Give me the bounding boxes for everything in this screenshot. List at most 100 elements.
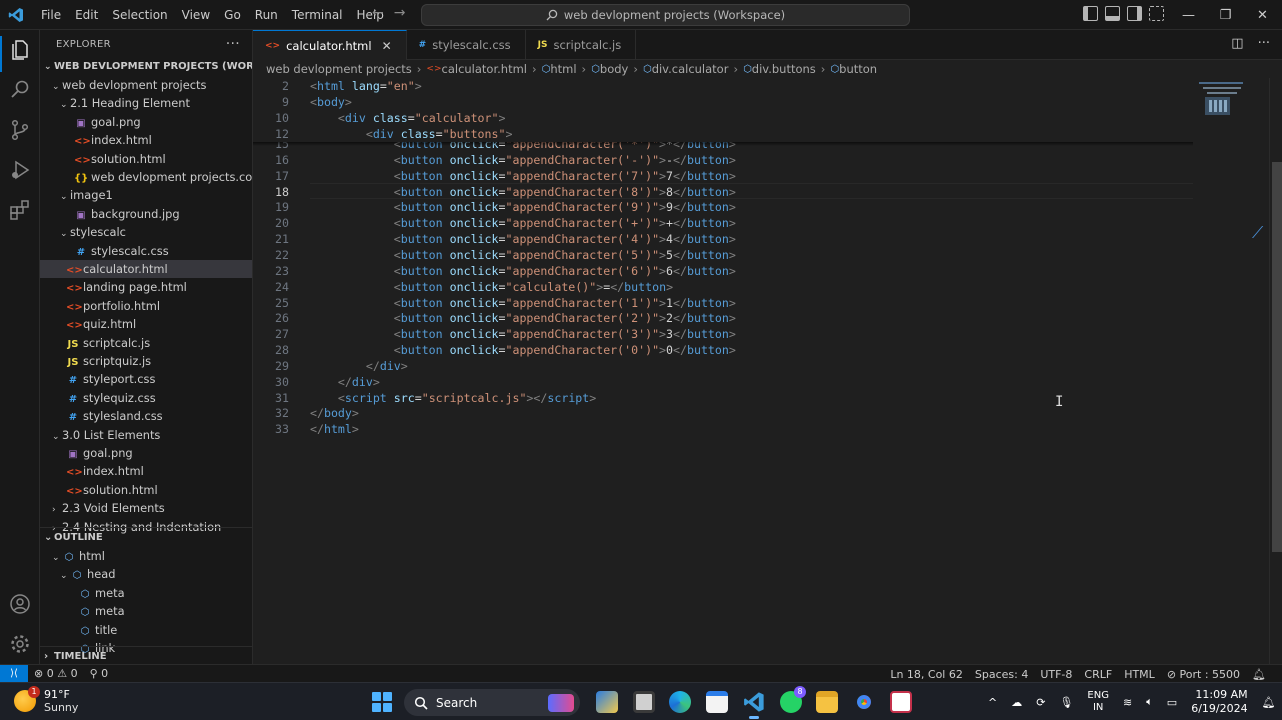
widgets-app-icon[interactable] [596, 691, 618, 713]
snipping-tool-icon[interactable] [890, 691, 912, 713]
tree-folder-item[interactable]: ⌄ 2.1 Heading Element [40, 94, 252, 112]
code-line[interactable]: 22 <button onclick="appendCharacter('5')… [253, 247, 1193, 263]
breadcrumb-item[interactable]: html [550, 62, 576, 76]
code-line[interactable]: 23 <button onclick="appendCharacter('6')… [253, 263, 1193, 279]
run-debug-icon[interactable] [8, 158, 32, 182]
close-window-button[interactable]: ✕ [1244, 0, 1281, 30]
start-button[interactable] [372, 692, 392, 712]
tree-file-item[interactable]: <>index.html [40, 131, 252, 149]
encoding[interactable]: UTF-8 [1034, 668, 1078, 681]
tree-file-item[interactable]: <>quiz.html [40, 315, 252, 333]
code-editor[interactable]: 15 <button onclick="appendCharacter('*')… [253, 78, 1269, 664]
end-of-line[interactable]: CRLF [1078, 668, 1118, 681]
tree-folder-item[interactable]: › 2.3 Void Elements [40, 499, 252, 517]
code-line[interactable]: 9 <body> [253, 94, 1193, 110]
settings-gear-icon[interactable] [8, 632, 32, 656]
tree-file-item[interactable]: {}web devlopment projects.code-w... [40, 168, 252, 186]
code-line[interactable]: 30 </div> [253, 374, 1193, 390]
code-line[interactable]: 32 </body> [253, 405, 1193, 421]
store-app-icon[interactable] [706, 691, 728, 713]
workspace-root[interactable]: ⌄WEB DEVLOPMENT PROJECTS (WORKSPACE) [40, 58, 252, 76]
menu-go[interactable]: Go [217, 0, 248, 30]
search-icon[interactable] [8, 78, 32, 102]
code-line[interactable]: 25 <button onclick="appendCharacter('1')… [253, 295, 1193, 311]
edge-browser-icon[interactable] [669, 691, 691, 713]
notifications-icon[interactable]: 🔔︎ [1262, 696, 1276, 709]
close-tab-icon[interactable]: ✕ [382, 39, 392, 53]
command-center-search[interactable]: web devlopment projects (Workspace) [421, 4, 910, 26]
back-arrow-icon[interactable]: ← [372, 5, 384, 21]
outline-item[interactable]: ⌄ ⬡ html [40, 547, 252, 565]
tree-file-item[interactable]: # stylescalc.css [40, 242, 252, 260]
outline-section-header[interactable]: ⌄ OUTLINE [40, 527, 252, 547]
code-line[interactable]: 27 <button onclick="appendCharacter('3')… [253, 326, 1193, 342]
tree-file-item[interactable]: # stylequiz.css [40, 389, 252, 407]
menu-selection[interactable]: Selection [105, 0, 174, 30]
remote-indicator-icon[interactable]: ⟩⟨ [0, 664, 28, 683]
code-line[interactable]: 33 </html> [253, 421, 1193, 437]
code-line[interactable]: 21 <button onclick="appendCharacter('4')… [253, 231, 1193, 247]
problems-indicator[interactable]: ⊗ 0 ⚠ 0 [28, 667, 84, 680]
tree-file-item[interactable]: ▣ background.jpg [40, 205, 252, 223]
breadcrumb-item[interactable]: web devlopment projects [266, 62, 412, 76]
chrome-browser-icon[interactable] [853, 691, 875, 713]
restore-button[interactable]: ❐ [1207, 0, 1244, 30]
clock[interactable]: 11:09 AM 6/19/2024 [1191, 688, 1247, 716]
tab-scriptcalc-js[interactable]: JS scriptcalc.js [526, 30, 637, 60]
volume-icon[interactable]: 🔈︎ [1146, 695, 1153, 709]
menu-view[interactable]: View [175, 0, 217, 30]
language-indicator[interactable]: ENG IN [1087, 690, 1109, 714]
code-line[interactable]: 17 <button onclick="appendCharacter('7')… [253, 168, 1193, 184]
code-line[interactable]: 29 </div> [253, 358, 1193, 374]
battery-icon[interactable]: ▭ [1167, 696, 1177, 709]
tree-file-item[interactable]: # styleport.css [40, 370, 252, 388]
split-editor-icon[interactable]: ◫ [1231, 36, 1243, 51]
outline-item[interactable]: ⬡ meta [40, 602, 252, 620]
breadcrumb-item[interactable]: body [600, 62, 628, 76]
toggle-secondary-sidebar-icon[interactable] [1127, 6, 1142, 21]
tree-file-item[interactable]: <>calculator.html [40, 260, 252, 278]
sync-icon[interactable]: ⟳ [1036, 696, 1045, 709]
tree-file-item[interactable]: ▣ goal.png [40, 113, 252, 131]
tree-folder-item[interactable]: ⌄ web devlopment projects [40, 76, 252, 94]
vscode-taskbar-icon[interactable] [743, 691, 765, 719]
outline-item[interactable]: ⬡ title [40, 621, 252, 639]
breadcrumb-item[interactable]: calculator.html [442, 62, 528, 76]
extensions-icon[interactable] [8, 198, 32, 222]
explorer-icon[interactable] [8, 38, 32, 62]
minimize-button[interactable]: — [1170, 0, 1207, 30]
tree-folder-item[interactable]: ⌄ image1 [40, 186, 252, 204]
code-line[interactable]: 12 <div class="buttons"> [253, 126, 1193, 142]
toggle-panel-icon[interactable] [1105, 6, 1120, 21]
tab-stylescalc-css[interactable]: # stylescalc.css [407, 30, 526, 60]
live-server-port[interactable]: ⊘ Port : 5500 [1161, 668, 1246, 681]
wifi-icon[interactable]: ≋ [1123, 696, 1132, 709]
menu-terminal[interactable]: Terminal [285, 0, 350, 30]
cursor-position[interactable]: Ln 18, Col 62 [884, 668, 969, 681]
tree-folder-item[interactable]: ⌄ 3.0 List Elements [40, 426, 252, 444]
code-line[interactable]: 16 <button onclick="appendCharacter('-')… [253, 152, 1193, 168]
menu-run[interactable]: Run [248, 0, 285, 30]
tree-folder-item[interactable]: ⌄ stylescalc [40, 223, 252, 241]
tree-file-item[interactable]: <>solution.html [40, 481, 252, 499]
tree-file-item[interactable]: ▣ goal.png [40, 444, 252, 462]
weather-widget[interactable]: 1 91°F Sunny [14, 686, 78, 714]
tab-calculator-html[interactable]: <> calculator.html ✕ [253, 30, 407, 60]
outline-item[interactable]: ⬡ meta [40, 584, 252, 602]
code-line[interactable]: 28 <button onclick="appendCharacter('0')… [253, 342, 1193, 358]
tree-file-item[interactable]: # stylesland.css [40, 407, 252, 425]
code-line[interactable]: 24 <button onclick="calculate()">=</butt… [253, 279, 1193, 295]
breadcrumb-item[interactable]: div.buttons [752, 62, 816, 76]
customize-layout-icon[interactable] [1149, 6, 1164, 21]
code-line[interactable]: 26 <button onclick="appendCharacter('2')… [253, 310, 1193, 326]
minimap[interactable] [1195, 78, 1255, 138]
whatsapp-icon[interactable]: 8 [780, 686, 806, 713]
onedrive-icon[interactable]: ☁ [1011, 696, 1022, 709]
code-line[interactable]: 20 <button onclick="appendCharacter('+')… [253, 215, 1193, 231]
scroll-thumb[interactable] [1272, 162, 1282, 552]
menu-file[interactable]: File [34, 0, 68, 30]
tree-file-item[interactable]: JS scriptquiz.js [40, 352, 252, 370]
breadcrumb-item[interactable]: button [839, 62, 877, 76]
tray-overflow-icon[interactable]: ^ [988, 696, 997, 709]
microphone-icon[interactable]: 🎙︎ [1059, 696, 1073, 709]
